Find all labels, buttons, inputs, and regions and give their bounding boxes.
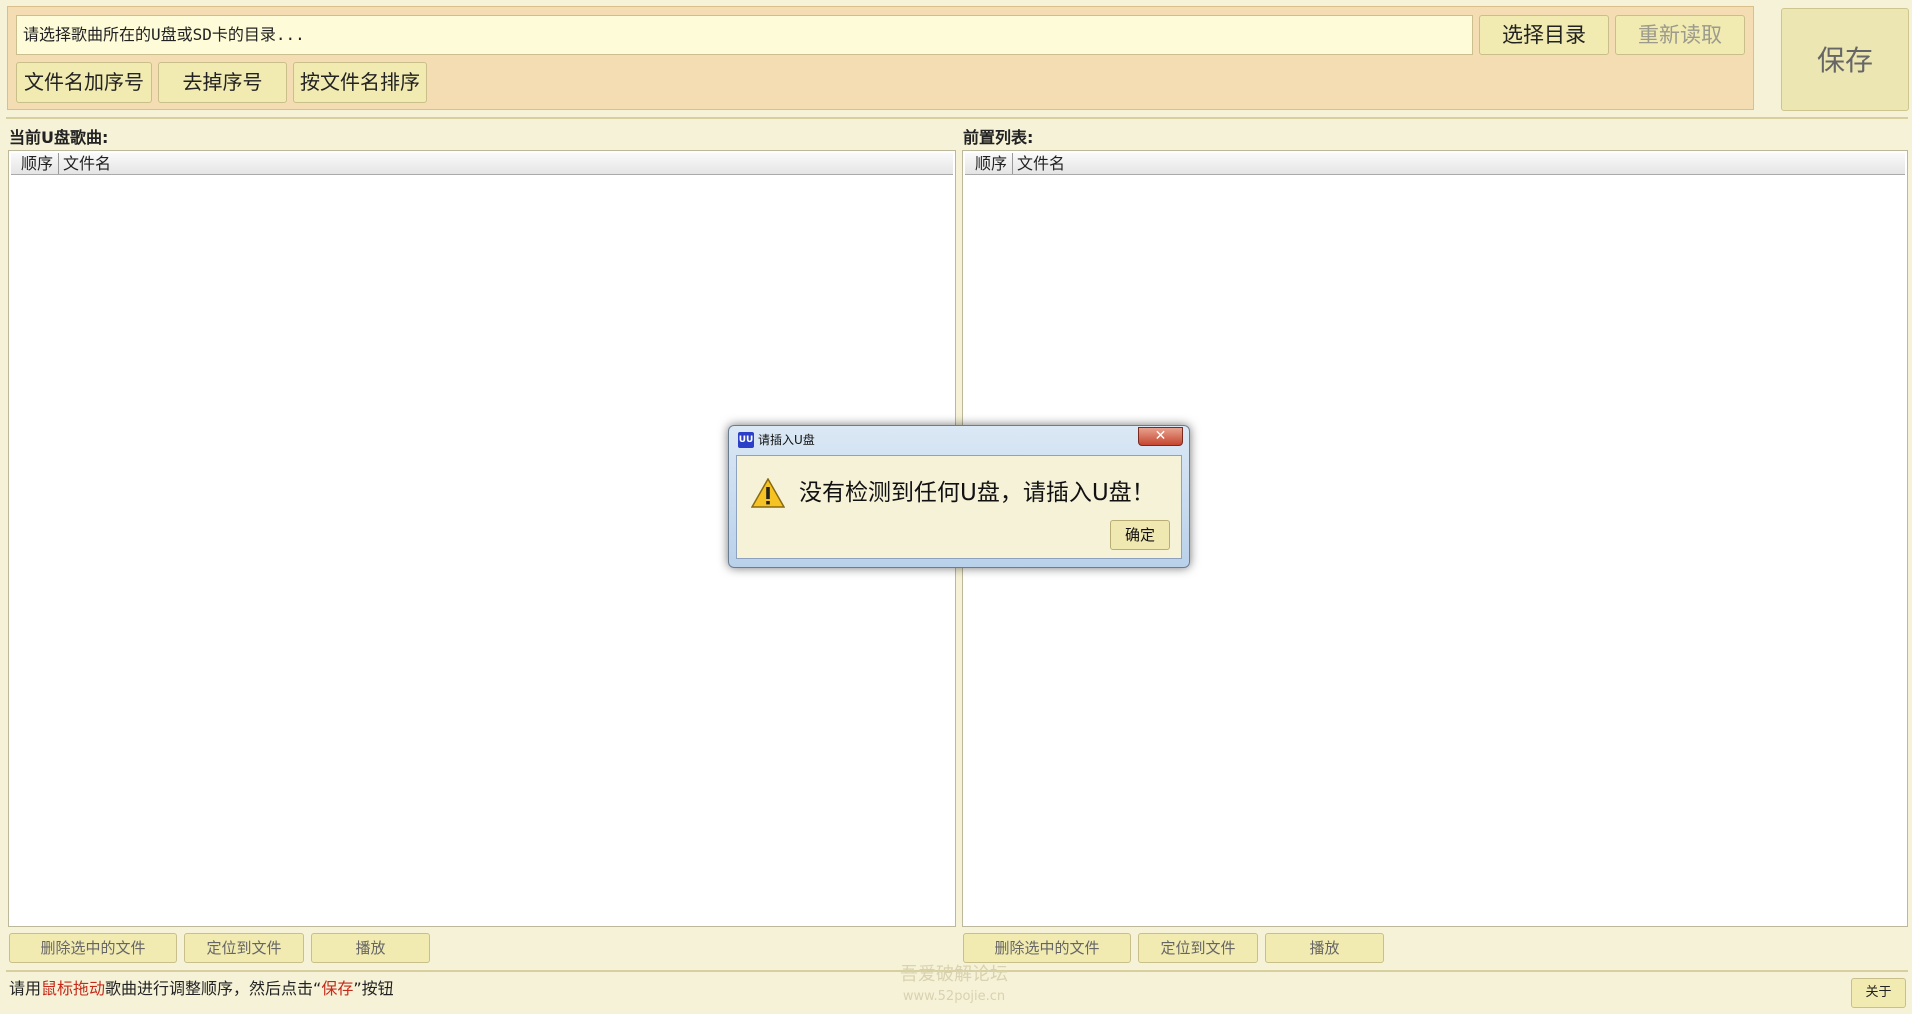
column-header-filename[interactable]: 文件名 xyxy=(59,153,953,174)
ok-button[interactable]: 确定 xyxy=(1110,520,1170,550)
top-divider xyxy=(6,117,1908,119)
column-header-order[interactable]: 顺序 xyxy=(11,153,59,174)
directory-path-input[interactable]: 请选择歌曲所在的U盘或SD卡的目录... xyxy=(16,15,1473,55)
left-list-header: 顺序 文件名 xyxy=(11,153,953,175)
status-hint: 请用鼠标拖动歌曲进行调整顺序，然后点击“保存”按钮 xyxy=(9,978,394,1000)
watermark-line-1: 吾爱破解论坛 xyxy=(900,964,1008,985)
right-panel-title: 前置列表: xyxy=(963,128,1034,147)
dialog-message: 没有检测到任何U盘，请插入U盘！ xyxy=(799,480,1155,506)
warning-icon xyxy=(751,478,785,508)
forum-watermark: 吾爱破解论坛 www.52pojie.cn xyxy=(900,964,1008,1008)
right-delete-selected-button[interactable]: 删除选中的文件 xyxy=(963,933,1131,963)
about-button[interactable]: 关于 xyxy=(1851,978,1906,1008)
choose-directory-button[interactable]: 选择目录 xyxy=(1479,15,1609,55)
watermark-line-2: www.52pojie.cn xyxy=(902,989,1006,1004)
left-play-button[interactable]: 播放 xyxy=(311,933,430,963)
column-header-filename[interactable]: 文件名 xyxy=(1013,153,1905,174)
left-locate-file-button[interactable]: 定位到文件 xyxy=(184,933,304,963)
column-header-order[interactable]: 顺序 xyxy=(965,153,1013,174)
close-icon[interactable]: ✕ xyxy=(1138,427,1183,446)
status-part-1: 请用 xyxy=(9,979,42,998)
status-highlight-drag: 鼠标拖动 xyxy=(41,979,106,998)
status-highlight-save: 保存 xyxy=(321,979,354,998)
add-index-button[interactable]: 文件名加序号 xyxy=(16,62,152,103)
right-list-header: 顺序 文件名 xyxy=(965,153,1905,175)
status-part-3: ”按钮 xyxy=(353,979,394,998)
app-icon: UU xyxy=(738,432,754,448)
status-part-2: 歌曲进行调整顺序，然后点击“ xyxy=(105,979,322,998)
dialog-title: 请插入U盘 xyxy=(758,433,815,447)
save-button[interactable]: 保存 xyxy=(1781,8,1909,111)
dialog-body: 没有检测到任何U盘，请插入U盘！ 确定 xyxy=(736,455,1182,559)
sort-by-filename-button[interactable]: 按文件名排序 xyxy=(293,62,427,103)
insert-usb-dialog: UU 请插入U盘 ✕ 没有检测到任何U盘，请插入U盘！ 确定 xyxy=(728,425,1190,568)
right-locate-file-button[interactable]: 定位到文件 xyxy=(1138,933,1258,963)
right-play-button[interactable]: 播放 xyxy=(1265,933,1384,963)
remove-index-button[interactable]: 去掉序号 xyxy=(158,62,287,103)
reread-button[interactable]: 重新读取 xyxy=(1615,15,1745,55)
left-delete-selected-button[interactable]: 删除选中的文件 xyxy=(9,933,177,963)
left-panel-title: 当前U盘歌曲: xyxy=(9,128,109,147)
